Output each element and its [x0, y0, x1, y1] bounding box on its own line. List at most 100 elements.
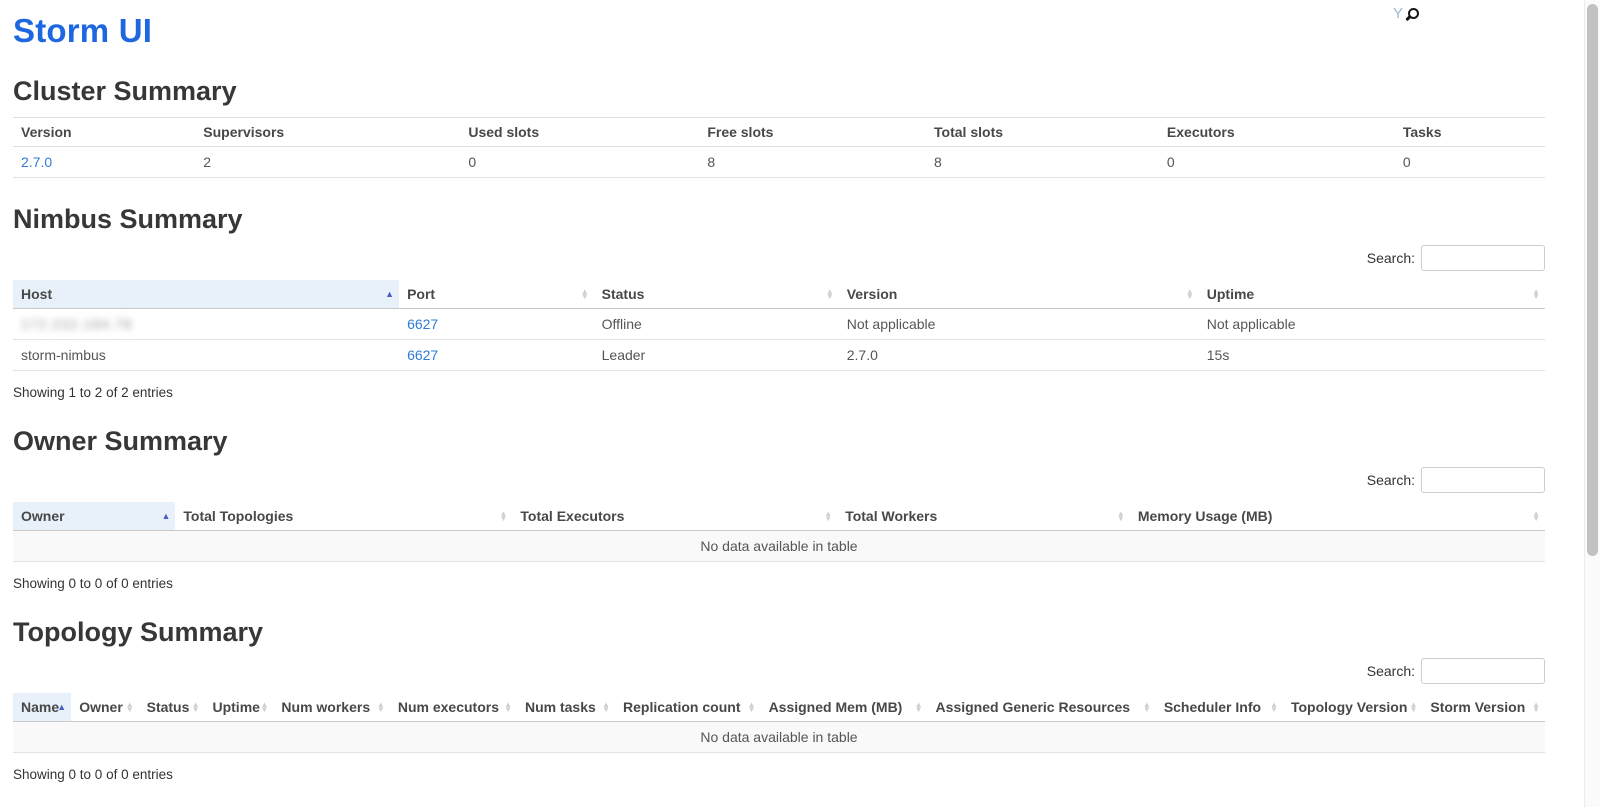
column-label: Memory Usage (MB) [1138, 508, 1273, 524]
sort-icon: ▲▼ [1186, 289, 1194, 299]
table-cell: 172.232.184.78 [13, 309, 399, 340]
cluster-summary-table: VersionSupervisorsUsed slotsFree slotsTo… [13, 117, 1545, 178]
sort-icon: ▲▼ [824, 511, 832, 521]
table-cell: Leader [594, 340, 839, 371]
column-label: Free slots [707, 124, 773, 140]
cell-link[interactable]: 6627 [407, 347, 438, 363]
cluster-header-row: VersionSupervisorsUsed slotsFree slotsTo… [13, 118, 1545, 147]
sort-icon: ▲▼ [261, 702, 269, 712]
column-header-owner[interactable]: Owner▲▼ [71, 693, 138, 722]
owner-search-row: Search: [13, 467, 1545, 493]
sort-icon: ▲▼ [1532, 702, 1540, 712]
column-label: Assigned Mem (MB) [769, 699, 903, 715]
column-header-memory-usage-mb[interactable]: Memory Usage (MB) ▲▼ [1130, 502, 1545, 531]
column-label: Status [147, 699, 190, 715]
empty-table-message: No data available in table [13, 531, 1545, 562]
topology-summary-table: Name▲Owner▲▼Status▲▼Uptime▲▼Num workers▲… [13, 693, 1545, 753]
table-cell: 6627 [399, 309, 594, 340]
column-header-scheduler-info[interactable]: Scheduler Info ▲▼ [1156, 693, 1283, 722]
column-header-status[interactable]: Status▲▼ [139, 693, 205, 722]
column-label: Supervisors [203, 124, 284, 140]
column-label: Total Executors [520, 508, 624, 524]
column-header-total-executors[interactable]: Total Executors ▲▼ [512, 502, 837, 531]
column-label: Owner [21, 508, 65, 524]
column-label: Owner [79, 699, 123, 715]
column-label: Uptime [1207, 286, 1254, 302]
sort-icon: ▲▼ [1270, 702, 1278, 712]
sort-icon: ▲▼ [602, 702, 610, 712]
topology-summary-heading: Topology Summary [13, 617, 1545, 648]
column-label: Executors [1167, 124, 1235, 140]
column-label: Name [21, 699, 59, 715]
column-header-replication-count[interactable]: Replication count ▲▼ [615, 693, 761, 722]
table-cell: 0 [460, 147, 699, 178]
column-label: Replication count [623, 699, 740, 715]
column-header-uptime[interactable]: Uptime▲▼ [204, 693, 273, 722]
column-label: Num workers [281, 699, 370, 715]
sort-icon: ▲▼ [748, 702, 756, 712]
column-header-version[interactable]: Version▲▼ [839, 280, 1199, 309]
empty-table-message: No data available in table [13, 722, 1545, 753]
main-content: Storm UI Cluster Summary VersionSupervis… [13, 12, 1545, 807]
owner-summary-table: Owner▲Total Topologies▲▼ Total Executors ▲… [13, 502, 1545, 562]
nimbus-entries-info: Showing 1 to 2 of 2 entries [13, 385, 1545, 400]
table-cell: 0 [1159, 147, 1395, 178]
column-header-num-executors[interactable]: Num executors ▲▼ [390, 693, 517, 722]
owner-search-input[interactable] [1421, 467, 1545, 493]
column-header-assigned-generic-resources[interactable]: Assigned Generic Resources▲▼ [928, 693, 1156, 722]
search-icon[interactable] [1408, 8, 1419, 19]
column-header-total-workers[interactable]: Total Workers▲▼ [837, 502, 1130, 531]
cell-link[interactable]: 2.7.0 [21, 154, 52, 170]
sort-icon: ▲▼ [1143, 702, 1151, 712]
column-label: Used slots [468, 124, 539, 140]
column-header-owner[interactable]: Owner▲ [13, 502, 175, 531]
column-header-topology-version[interactable]: Topology Version▲▼ [1283, 693, 1422, 722]
filter-icon[interactable]: Y [1393, 5, 1403, 23]
column-header-uptime[interactable]: Uptime▲▼ [1199, 280, 1545, 309]
search-label: Search: [1367, 250, 1415, 266]
column-label: Storm Version [1430, 699, 1525, 715]
topology-search-row: Search: [13, 658, 1545, 684]
column-header-num-workers[interactable]: Num workers ▲▼ [273, 693, 389, 722]
nimbus-summary-heading: Nimbus Summary [13, 204, 1545, 235]
column-header-port[interactable]: Port▲▼ [399, 280, 594, 309]
table-cell: 0 [1395, 147, 1545, 178]
table-row: 172.232.184.786627OfflineNot applicableN… [13, 309, 1545, 340]
sort-icon: ▲▼ [1532, 511, 1540, 521]
column-header-supervisors: Supervisors [195, 118, 460, 147]
column-label: Num tasks [525, 699, 596, 715]
nimbus-header-row: Host▲Port▲▼Status▲▼Version▲▼Uptime▲▼ [13, 280, 1545, 309]
column-header-storm-version[interactable]: Storm Version ▲▼ [1422, 693, 1545, 722]
page-scrollbar[interactable] [1584, 0, 1600, 807]
table-cell: 2.7.0 [13, 147, 195, 178]
owner-entries-info: Showing 0 to 0 of 0 entries [13, 576, 1545, 591]
nimbus-summary-table: Host▲Port▲▼Status▲▼Version▲▼Uptime▲▼ 172… [13, 280, 1545, 371]
column-header-name[interactable]: Name▲ [13, 693, 71, 722]
cluster-summary-heading: Cluster Summary [13, 76, 1545, 107]
sort-icon: ▲▼ [504, 702, 512, 712]
column-header-total-topologies[interactable]: Total Topologies▲▼ [175, 502, 512, 531]
column-header-host[interactable]: Host▲ [13, 280, 399, 309]
scrollbar-thumb[interactable] [1587, 4, 1598, 556]
empty-table-row: No data available in table [13, 722, 1545, 753]
topology-search-input[interactable] [1421, 658, 1545, 684]
empty-table-row: No data available in table [13, 531, 1545, 562]
owner-header-row: Owner▲Total Topologies▲▼ Total Executors ▲… [13, 502, 1545, 531]
column-header-executors: Executors [1159, 118, 1395, 147]
column-label: Tasks [1403, 124, 1442, 140]
column-label: Num executors [398, 699, 499, 715]
cell-link[interactable]: 6627 [407, 316, 438, 332]
search-label: Search: [1367, 472, 1415, 488]
column-header-num-tasks[interactable]: Num tasks ▲▼ [517, 693, 615, 722]
nimbus-search-input[interactable] [1421, 245, 1545, 271]
table-row: 2.7.0208800 [13, 147, 1545, 178]
column-label: Scheduler Info [1164, 699, 1261, 715]
column-header-assigned-mem-mb[interactable]: Assigned Mem (MB)▲▼ [761, 693, 928, 722]
column-header-free-slots: Free slots [699, 118, 926, 147]
table-cell: 2 [195, 147, 460, 178]
sort-icon: ▲▼ [1409, 702, 1417, 712]
column-header-used-slots: Used slots [460, 118, 699, 147]
column-header-status[interactable]: Status▲▼ [594, 280, 839, 309]
table-cell: storm-nimbus [13, 340, 399, 371]
sort-icon: ▲▼ [377, 702, 385, 712]
